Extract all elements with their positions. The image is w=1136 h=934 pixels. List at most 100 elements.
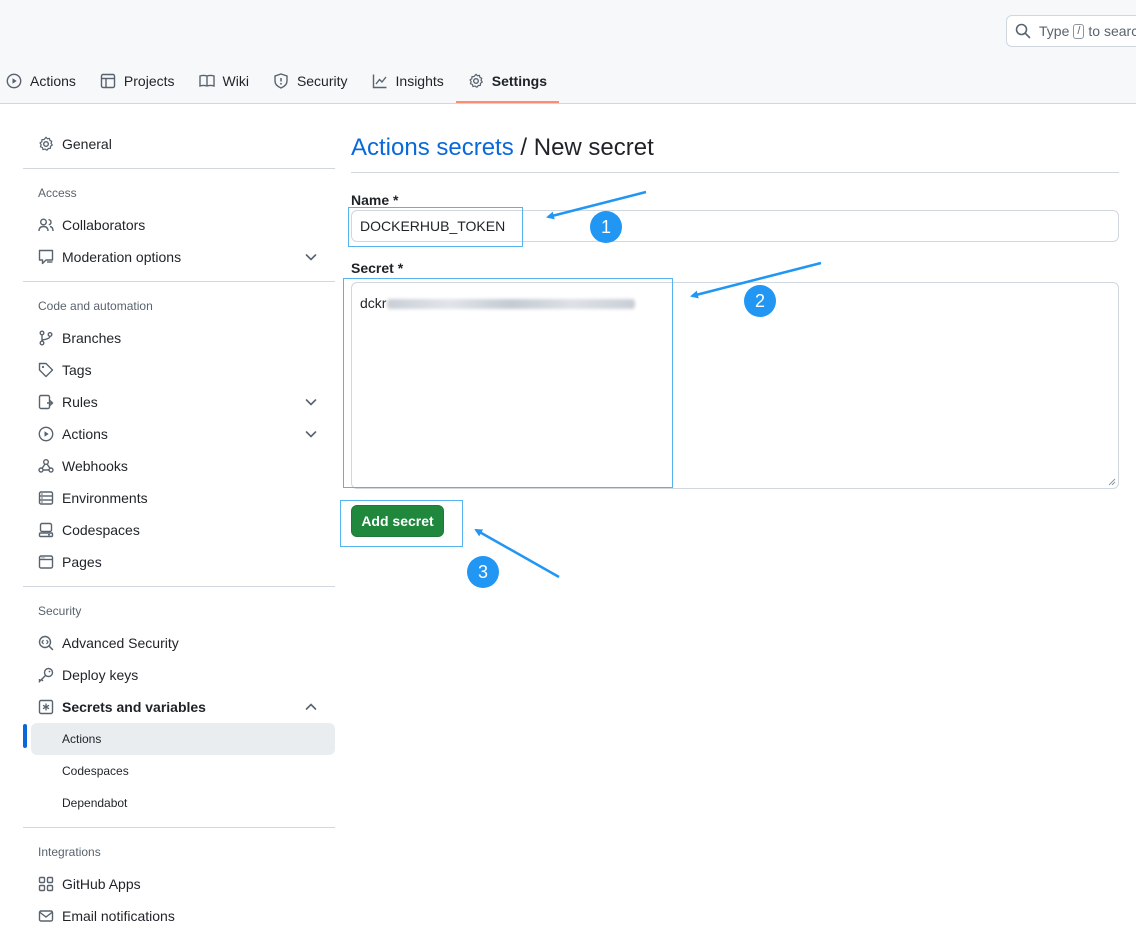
asterisk-box-icon	[38, 699, 54, 715]
sidebar-subitem-dependabot[interactable]: Dependabot	[23, 787, 327, 819]
chevron-down-icon	[305, 399, 317, 406]
mail-icon	[38, 910, 54, 922]
sidebar-item-deploy-keys[interactable]: Deploy keys	[23, 659, 335, 691]
group-title-access: Access	[38, 186, 77, 200]
divider	[23, 281, 335, 282]
codespaces-icon	[38, 522, 54, 538]
sidebar-item-email-notifications[interactable]: Email notifications	[23, 900, 335, 932]
sidebar-item-label: Rules	[62, 394, 98, 410]
tab-security[interactable]: Security	[261, 60, 360, 102]
sidebar-item-label: Codespaces	[62, 522, 140, 538]
tab-wiki[interactable]: Wiki	[187, 60, 261, 102]
chevron-up-icon	[305, 703, 317, 710]
sidebar-item-environments[interactable]: Environments	[23, 482, 335, 514]
sidebar-item-actions[interactable]: Actions	[23, 418, 335, 450]
gear-icon	[469, 73, 483, 88]
tab-label: Security	[296, 73, 348, 89]
repo-nav-tabs: Actions Projects Wiki Security Insights …	[0, 60, 560, 104]
sidebar-item-label: Email notifications	[62, 908, 175, 924]
tab-label: Settings	[491, 73, 547, 89]
breadcrumb-link-actions-secrets[interactable]: Actions secrets	[351, 134, 514, 161]
report-icon	[38, 249, 54, 265]
sidebar-item-label: Webhooks	[62, 458, 128, 474]
settings-sidebar: General Access Collaborators Moderation …	[23, 128, 335, 932]
sidebar-item-label: Advanced Security	[62, 635, 179, 651]
people-icon	[38, 218, 54, 232]
sidebar-item-secrets-variables[interactable]: Secrets and variables	[23, 691, 335, 723]
tab-projects[interactable]: Projects	[88, 60, 187, 102]
sidebar-item-label: GitHub Apps	[62, 876, 141, 892]
divider	[23, 168, 335, 169]
sidebar-item-moderation[interactable]: Moderation options	[23, 241, 335, 273]
chevron-down-icon	[305, 431, 317, 438]
sidebar-item-label: General	[62, 136, 112, 152]
tab-actions[interactable]: Actions	[0, 60, 88, 102]
tag-icon	[38, 362, 54, 378]
sidebar-item-label: Environments	[62, 490, 148, 506]
group-title-security: Security	[38, 604, 82, 618]
webhook-icon	[38, 459, 54, 473]
server-icon	[38, 491, 54, 505]
breadcrumb-current: New secret	[533, 134, 654, 161]
tab-label: Actions	[30, 73, 76, 89]
play-icon	[38, 426, 54, 442]
sidebar-item-label: Moderation options	[62, 249, 182, 265]
name-label: Name *	[351, 192, 399, 208]
sidebar-item-rules[interactable]: Rules	[23, 386, 335, 418]
sidebar-item-tags[interactable]: Tags	[23, 354, 335, 386]
sidebar-subitem-actions[interactable]: Actions	[31, 723, 335, 755]
divider	[23, 586, 335, 587]
sidebar-item-label: Actions	[62, 426, 108, 442]
highlight-box-button	[340, 500, 463, 547]
chevron-down-icon	[305, 254, 317, 261]
sidebar-item-label: Tags	[62, 362, 92, 378]
breadcrumb-separator: /	[513, 134, 534, 161]
secret-label: Secret *	[351, 260, 404, 276]
repo-header: Type / to search Actions Projects Wiki S…	[0, 0, 1136, 104]
group-title-code: Code and automation	[38, 299, 153, 313]
sidebar-item-pages[interactable]: Pages	[23, 546, 335, 578]
sidebar-item-collaborators[interactable]: Collaborators	[23, 209, 335, 241]
search-shortcut-key: /	[1073, 23, 1085, 39]
sidebar-item-label: Pages	[62, 554, 102, 570]
page-title: Actions secrets / New secret	[351, 128, 1119, 173]
sidebar-item-branches[interactable]: Branches	[23, 322, 335, 354]
group-title-integrations: Integrations	[38, 845, 101, 859]
play-icon	[6, 73, 22, 89]
sidebar-subitem-codespaces[interactable]: Codespaces	[23, 755, 327, 787]
tab-label: Projects	[123, 73, 175, 89]
search-icon	[1015, 23, 1031, 39]
sidebar-item-label: Collaborators	[62, 217, 146, 233]
book-icon	[198, 74, 215, 87]
tab-settings[interactable]: Settings	[455, 60, 560, 103]
highlight-box-name	[348, 207, 523, 247]
search-placeholder: Type	[1039, 23, 1070, 39]
divider	[23, 827, 335, 828]
sidebar-item-label: Secrets and variables	[62, 699, 206, 715]
table-icon	[100, 73, 116, 89]
highlight-box-secret	[343, 278, 673, 488]
sidebar-item-label: Branches	[62, 330, 122, 346]
main-content: Actions secrets / New secret Name * Secr…	[351, 128, 1119, 537]
graph-icon	[372, 74, 387, 89]
tab-insights[interactable]: Insights	[360, 60, 456, 102]
browser-icon	[38, 555, 54, 569]
shield-icon	[274, 73, 288, 89]
sidebar-item-webhooks[interactable]: Webhooks	[23, 450, 335, 482]
sidebar-item-github-apps[interactable]: GitHub Apps	[23, 868, 335, 900]
step-badge-1: 1	[590, 211, 622, 243]
codescan-icon	[38, 635, 54, 651]
step-badge-3: 3	[467, 556, 499, 588]
sidebar-item-codespaces[interactable]: Codespaces	[23, 514, 335, 546]
tab-label: Insights	[395, 73, 444, 89]
key-icon	[38, 667, 54, 683]
sidebar-item-label: Deploy keys	[62, 667, 139, 683]
resize-handle-icon[interactable]	[1108, 478, 1116, 486]
step-badge-2: 2	[744, 285, 776, 317]
gear-icon	[39, 136, 53, 151]
sidebar-item-general[interactable]: General	[23, 128, 335, 160]
search-input[interactable]: Type / to search	[1006, 15, 1136, 47]
search-placeholder-rest: to search	[1088, 23, 1136, 39]
sidebar-item-advanced-security[interactable]: Advanced Security	[23, 627, 335, 659]
branch-icon	[39, 330, 53, 346]
